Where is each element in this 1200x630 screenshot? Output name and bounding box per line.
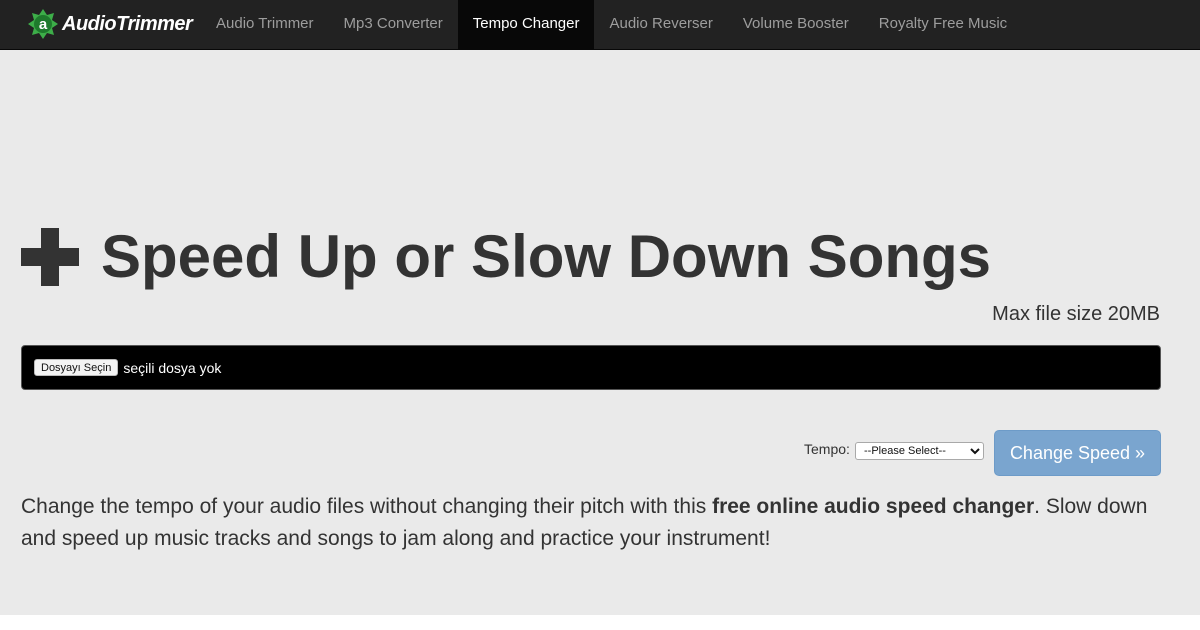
max-file-size-note: Max file size 20MB: [992, 303, 1160, 325]
nav-royalty-free-music[interactable]: Royalty Free Music: [864, 0, 1022, 50]
file-status-text: seçili dosya yok: [123, 359, 222, 376]
nav-tempo-changer[interactable]: Tempo Changer: [457, 0, 595, 50]
tempo-label: Tempo:: [804, 441, 850, 457]
page-title-text: Speed Up or Slow Down Songs: [101, 223, 992, 290]
page-title: Speed Up or Slow Down Songs: [21, 222, 991, 292]
top-navbar: a AudioTrimmer Audio Trimmer Mp3 Convert…: [0, 0, 1200, 50]
svg-text:a: a: [39, 16, 48, 33]
nav-audio-reverser[interactable]: Audio Reverser: [594, 0, 727, 50]
nav-mp3-converter[interactable]: Mp3 Converter: [329, 0, 458, 50]
change-speed-button[interactable]: Change Speed »: [994, 430, 1161, 476]
brand-name: AudioTrimmer: [62, 12, 193, 35]
nav-audio-trimmer[interactable]: Audio Trimmer: [201, 0, 329, 50]
description-part-1: Change the tempo of your audio files wit…: [21, 495, 713, 518]
nav-volume-booster[interactable]: Volume Booster: [728, 0, 864, 50]
choose-file-button[interactable]: Dosyayı Seçin: [34, 359, 119, 376]
page-description: Change the tempo of your audio files wit…: [21, 491, 1171, 555]
tempo-select[interactable]: --Please Select--: [855, 442, 984, 460]
audiotrimmer-logo-icon: a: [28, 9, 58, 39]
file-upload-box[interactable]: Dosyayı Seçin seçili dosya yok: [21, 345, 1161, 390]
main-nav: Audio Trimmer Mp3 Converter Tempo Change…: [201, 0, 1022, 50]
plus-icon: [21, 228, 79, 286]
brand-link[interactable]: a AudioTrimmer: [28, 8, 193, 40]
description-bold: free online audio speed changer: [712, 495, 1035, 518]
